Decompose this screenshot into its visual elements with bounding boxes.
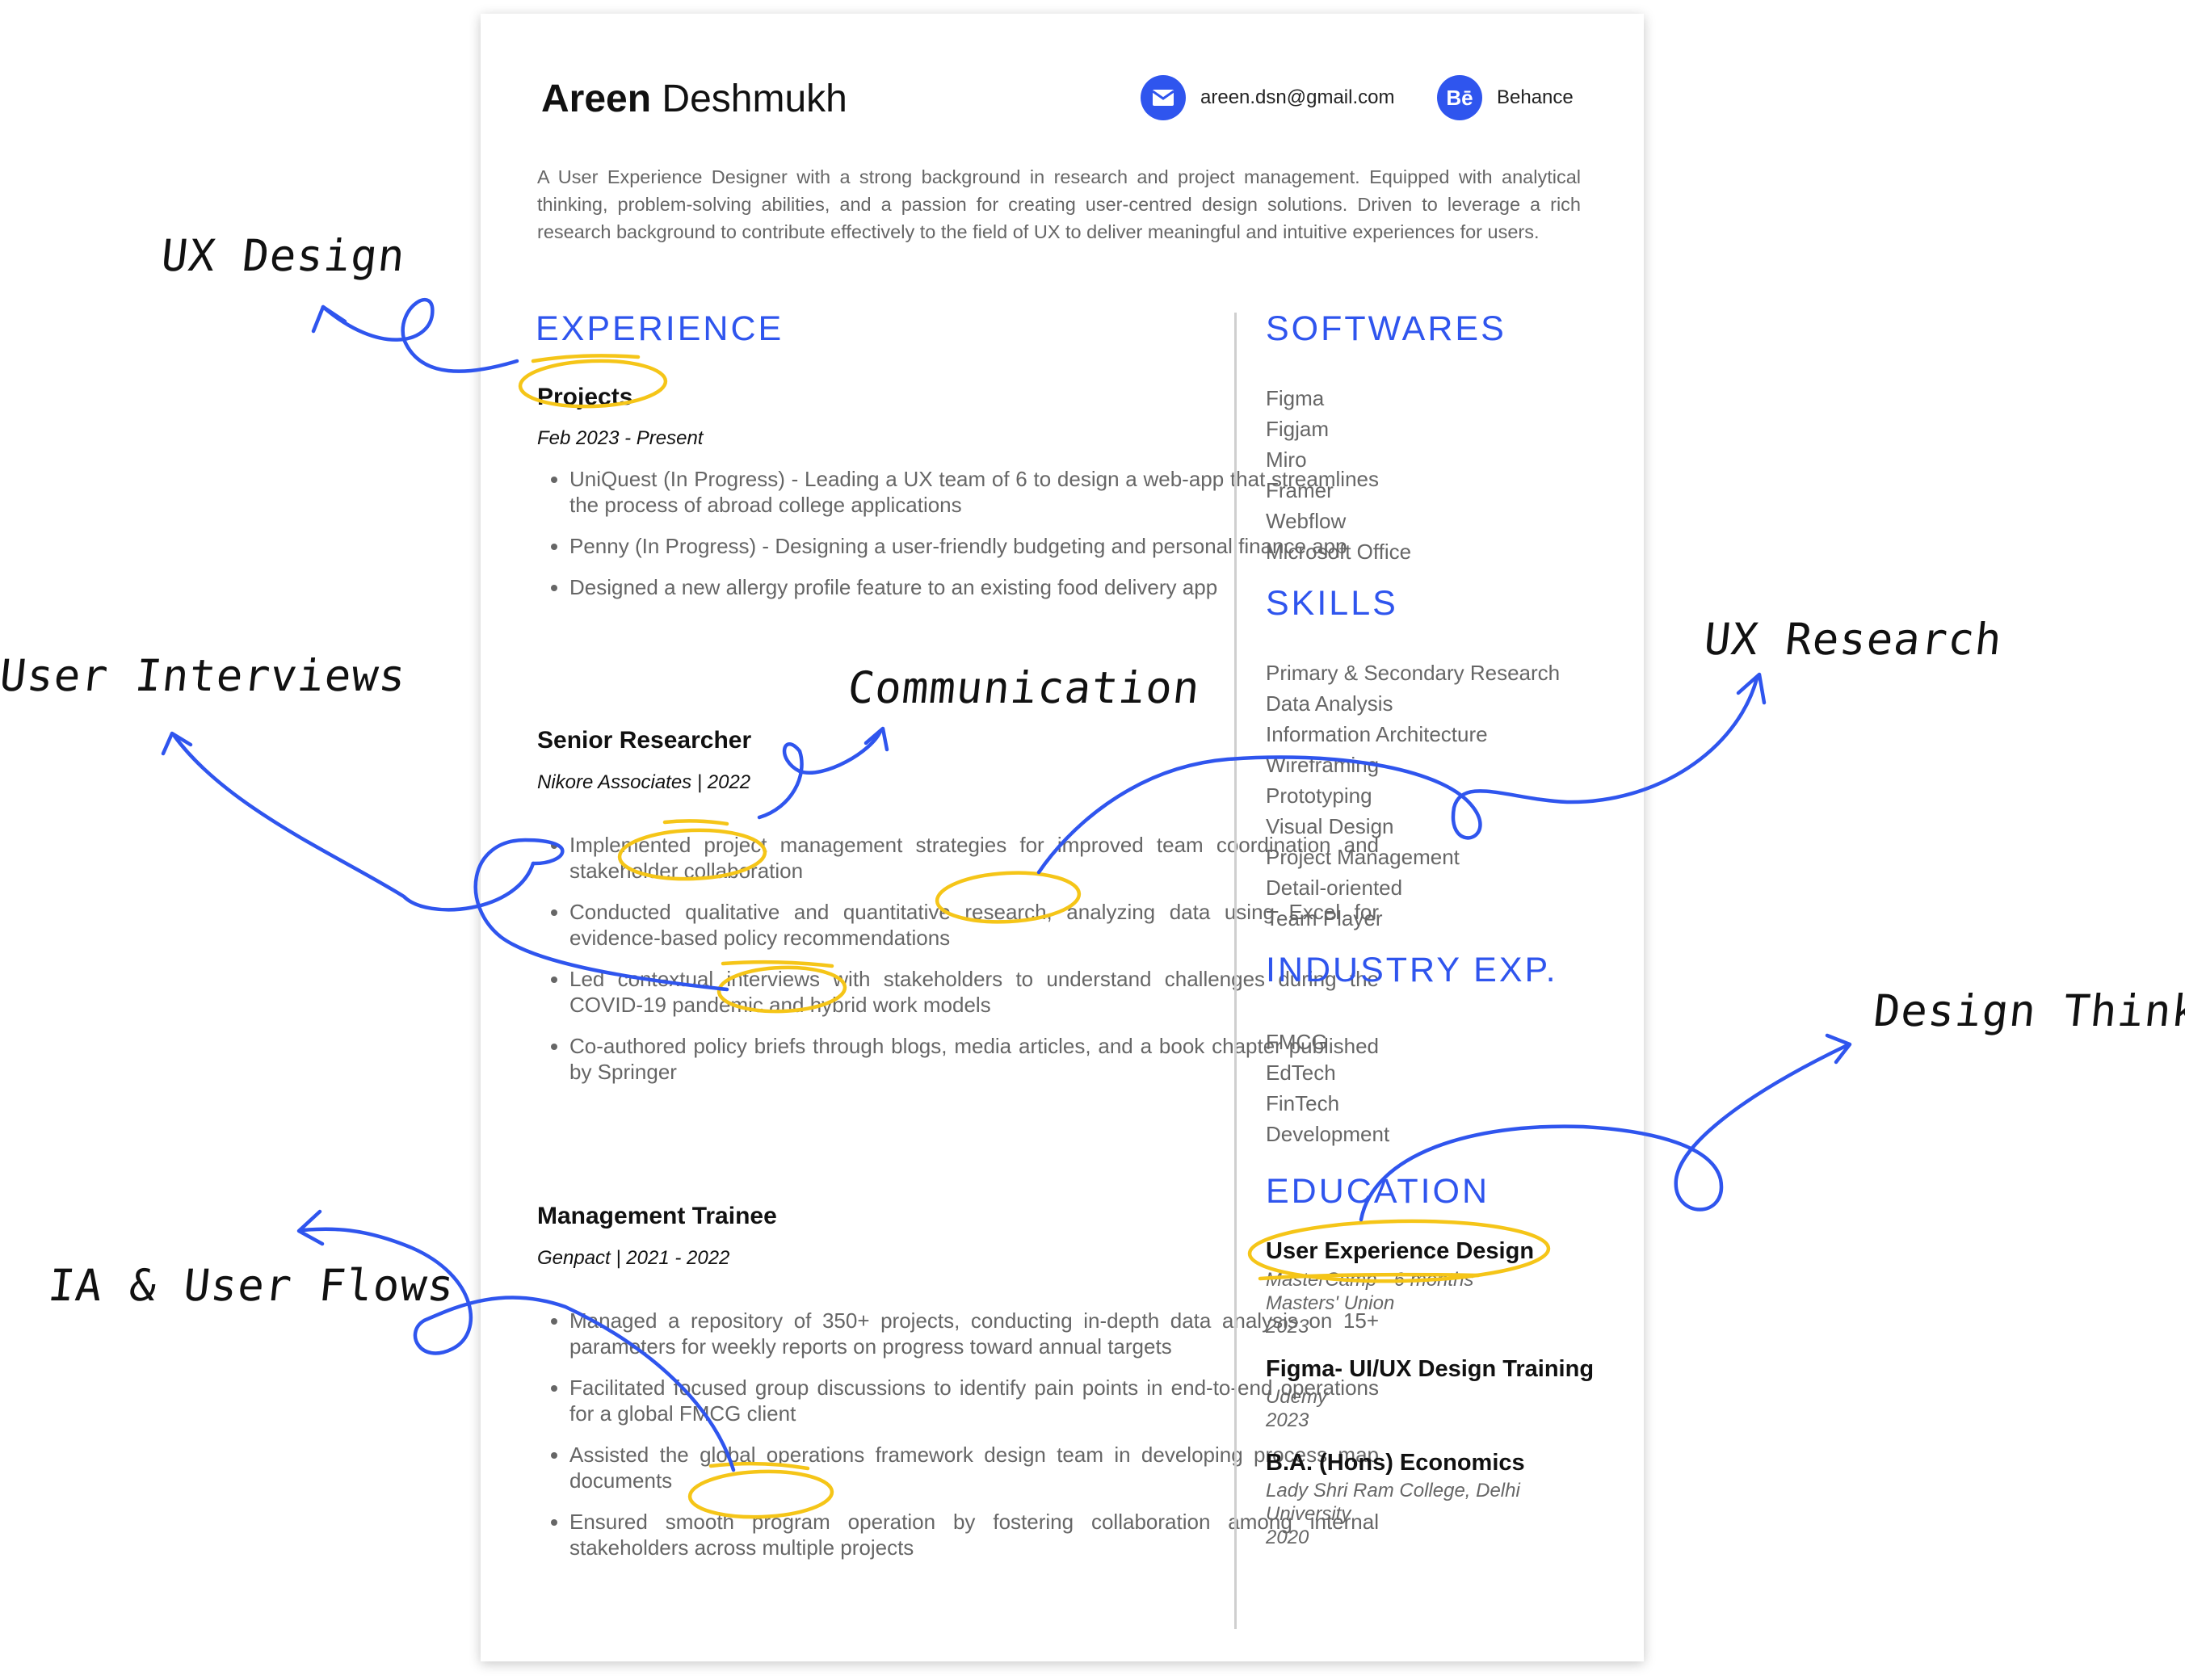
list-item: Figjam [1266,417,1330,441]
list-item: FMCG [1266,1030,1328,1054]
job-meta: Nikore Associates | 2022 [537,771,751,793]
education-line: 2020 [1266,1527,1309,1548]
annotation-label: User Interviews [0,650,409,701]
education-details: Lady Shri Ram College, Delhi University … [1266,1479,1557,1549]
bullet-item: UniQuest (In Progress) - Leading a UX te… [569,466,1379,518]
bullet-item: Implemented project management strategie… [569,832,1379,884]
email-text: areen.dsn@gmail.com [1200,86,1395,108]
summary-text: A User Experience Designer with a strong… [537,166,1581,242]
list-item: Development [1266,1122,1390,1146]
education-title: User Experience Design [1266,1238,1535,1264]
bullet-item: Managed a repository of 350+ projects, c… [569,1308,1379,1359]
candidate-name: Areen Deshmukh [541,77,847,121]
arrowhead [296,1209,325,1246]
annotation-label: UX Research [1701,614,2005,665]
annotation-label: UX Design [158,230,408,281]
list-item: Primary & Secondary Research [1266,661,1561,685]
resume-page: Areen Deshmukh areen.dsn@gmail.com Bē Be… [481,14,1644,1661]
education-details: MasterCamp - 6 months Masters' Union 202… [1266,1268,1605,1338]
education-line: MasterCamp - 6 months [1266,1269,1474,1291]
annotation-label: IA & User Flows [45,1260,457,1311]
list-item: Team Player [1266,906,1383,930]
list-item: FinTech [1266,1091,1340,1115]
bullet-item: Penny (In Progress) - Designing a user-f… [569,533,1379,559]
email-contact[interactable]: areen.dsn@gmail.com [1141,75,1394,120]
list-item: Project Management [1266,845,1460,869]
first-name: Areen [541,78,652,120]
annotation-label: Communication [845,662,1203,713]
education-heading: EDUCATION [1266,1172,1490,1211]
behance-text: Behance [1497,86,1574,108]
bullet-item: Co-authored policy briefs through blogs,… [569,1033,1379,1085]
bullet-item: Conducted qualitative and quantitative r… [569,899,1379,951]
job-meta: Feb 2023 - Present [537,427,704,449]
list-item: Figma [1266,386,1325,410]
list-item: Framer [1266,478,1334,502]
education-title: Figma- UI/UX Design Training [1266,1356,1595,1382]
education-title: B.A. (Hons) Economics [1266,1450,1525,1476]
education-details: Udemy 2023 [1266,1385,1605,1432]
list-item: Prototyping [1266,783,1372,808]
list-item: Data Analysis [1266,691,1393,716]
behance-contact[interactable]: Bē Behance [1437,75,1574,120]
industry-list: FMCG EdTech FinTech Development [1266,1027,1389,1149]
last-name: Deshmukh [662,78,847,120]
list-item: Wireframing [1266,753,1380,777]
education-line: Udemy [1266,1386,1328,1408]
arrowhead [161,731,193,756]
list-item: EdTech [1266,1060,1336,1085]
job-title: Management Trainee [537,1203,777,1229]
arrowhead [1825,1033,1852,1065]
bullet-item: Led contextual interviews with stakehold… [569,966,1379,1018]
behance-icon: Bē [1437,75,1482,120]
skills-heading: SKILLS [1266,584,1398,623]
education-line: 2023 [1266,1409,1309,1431]
bullet-item: Ensured smooth program operation by fost… [569,1509,1379,1560]
bullet-item: Designed a new allergy profile feature t… [569,574,1379,600]
list-item: Microsoft Office [1266,540,1412,564]
annotation-label: Design Thinking [1871,985,2185,1036]
softwares-heading: SOFTWARES [1266,309,1506,348]
arrowhead [311,304,347,334]
column-divider [1234,313,1237,1629]
industry-heading: INDUSTRY EXP. [1266,951,1558,989]
job-title: Projects [537,384,633,410]
job-bullets: UniQuest (In Progress) - Leading a UX te… [537,466,1379,615]
skills-list: Primary & Secondary Research Data Analys… [1266,657,1560,934]
arrowhead [1736,672,1767,705]
bullet-item: Facilitated focused group discussions to… [569,1375,1379,1426]
list-item: Miro [1266,447,1307,472]
job-meta: Genpact | 2021 - 2022 [537,1247,730,1269]
softwares-list: Figma Figjam Miro Framer Webflow Microso… [1266,383,1411,567]
job-bullets: Managed a repository of 350+ projects, c… [537,1308,1379,1576]
bullet-item: Assisted the global operations framework… [569,1442,1379,1493]
list-item: Webflow [1266,509,1347,533]
experience-heading: EXPERIENCE [536,309,784,348]
annotation-arrow [171,733,536,912]
education-line: 2023 [1266,1316,1309,1338]
list-item: Visual Design [1266,814,1394,838]
list-item: Detail-oriented [1266,876,1403,900]
job-title: Senior Researcher [537,727,752,754]
job-bullets: Implemented project management strategie… [537,832,1379,1100]
list-item: Information Architecture [1266,722,1488,746]
mail-icon [1141,75,1186,120]
education-line: Masters' Union [1266,1292,1395,1314]
education-line: Lady Shri Ram College, Delhi University [1266,1480,1520,1525]
